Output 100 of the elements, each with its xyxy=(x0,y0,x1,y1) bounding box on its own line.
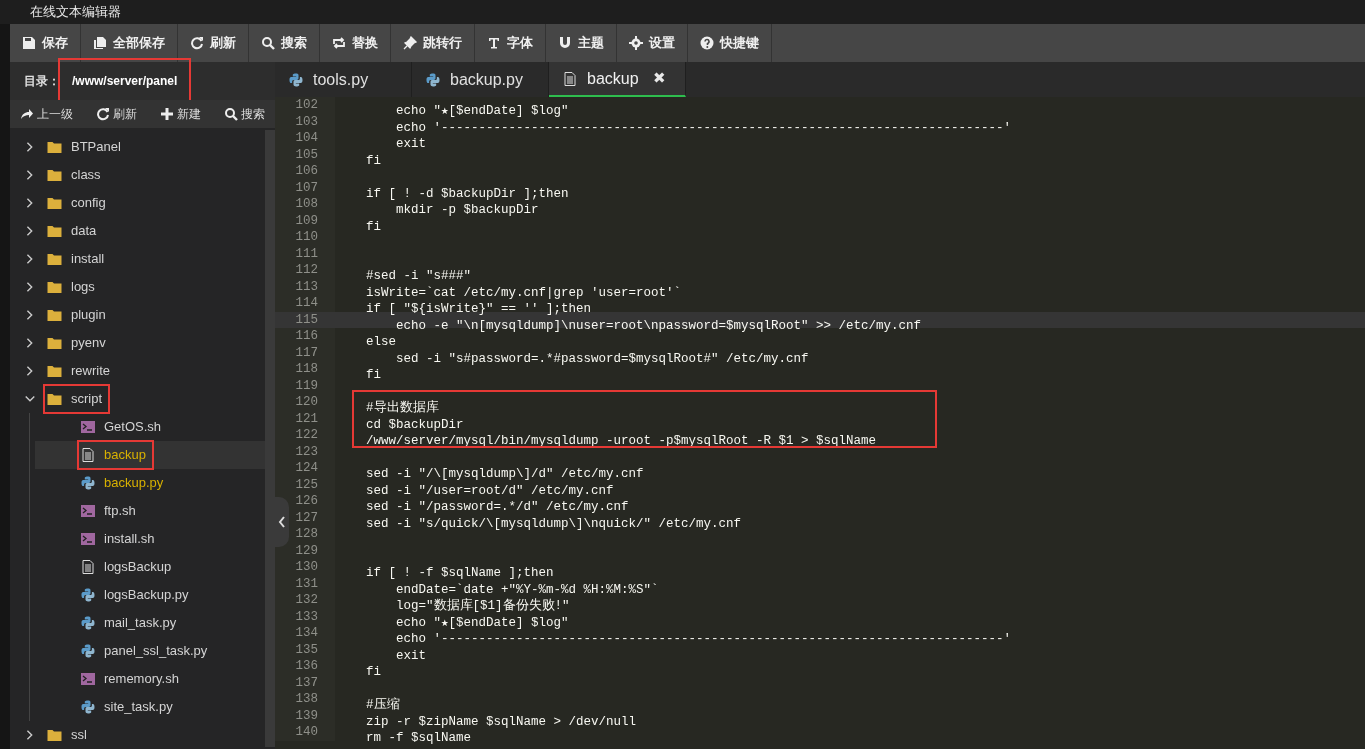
tree-item[interactable]: plugin xyxy=(10,301,265,329)
line-number: 134 xyxy=(275,625,335,642)
tree-item[interactable]: ssl xyxy=(10,721,265,749)
help-icon xyxy=(700,36,714,50)
tree-item[interactable]: config xyxy=(10,189,265,217)
tree-item[interactable]: rememory.sh xyxy=(35,665,265,693)
code-line: if [ "${isWrite}" == '' ];then xyxy=(366,302,592,316)
file-name: logs xyxy=(71,278,95,297)
file-name: plugin xyxy=(71,306,106,325)
file-name: GetOS.sh xyxy=(104,418,162,437)
tree-item[interactable]: BTPanel xyxy=(10,133,265,161)
file-name: site_task.py xyxy=(104,698,173,717)
code-line: fi xyxy=(366,219,381,234)
line-number: 114 xyxy=(275,295,335,312)
search-icon xyxy=(224,107,238,121)
tree-item[interactable]: logs xyxy=(10,273,265,301)
document-icon xyxy=(563,71,577,86)
code-line: log="数据库[$1]备份失败!" xyxy=(395,599,570,613)
code-line: exit xyxy=(395,137,426,151)
python-icon xyxy=(81,700,95,714)
editor-tab[interactable]: backup ✖ xyxy=(549,62,686,97)
tree-item[interactable]: mail_task.py xyxy=(35,609,265,637)
line-number: 122 xyxy=(275,427,335,444)
file-name: rememory.sh xyxy=(104,670,179,689)
tree-item[interactable]: class xyxy=(10,161,265,189)
file-name: panel_ssl_task.py xyxy=(104,642,208,661)
tree-item[interactable]: ftp.sh xyxy=(35,497,265,525)
directory-label: 目录： xyxy=(24,73,60,90)
code-line: echo -e "\n[mysqldump]\nuser=root\npassword=$mysqlRoot" >> /etc/my.cnf xyxy=(395,318,922,333)
close-tab-button[interactable]: ✖ xyxy=(652,67,666,90)
code-line: #压缩 xyxy=(366,698,400,712)
code-line: fi xyxy=(366,368,381,382)
terminal-icon xyxy=(81,504,95,518)
code-line: echo "★[$endDate] $log" xyxy=(395,104,569,118)
collapse-sidebar-handle[interactable] xyxy=(275,497,289,547)
file-name: logsBackup.py xyxy=(104,586,189,605)
terminal-icon xyxy=(81,532,95,546)
code-line: sed -i "/password=.*/d" /etc/my.cnf xyxy=(366,500,629,514)
code-line: sed -i "/user=root/d" /etc/my.cnf xyxy=(366,483,614,498)
sidebar-action-button[interactable]: 新建 xyxy=(154,105,207,123)
folder-icon xyxy=(47,308,62,322)
python-icon xyxy=(81,588,95,602)
code-line: sed -i "s#password=.*#password=$mysqlRoot#" /etc/my.cnf xyxy=(395,351,809,366)
refresh-icon xyxy=(96,107,110,121)
line-number: 112 xyxy=(275,262,335,279)
refresh-icon xyxy=(190,36,204,50)
tree-item[interactable]: site_task.py xyxy=(35,693,265,721)
file-name: rewrite xyxy=(71,362,110,381)
document-icon xyxy=(81,560,95,574)
tree-item[interactable]: GetOS.sh xyxy=(35,413,265,441)
file-name: pyenv xyxy=(71,334,106,353)
line-number: 138 xyxy=(275,691,335,708)
code-line: echo '---------------------------------------------------------------------------' xyxy=(395,120,1012,135)
folder-icon xyxy=(47,224,62,238)
python-icon xyxy=(426,72,440,87)
folder-icon xyxy=(47,280,62,294)
scrollbar[interactable] xyxy=(265,130,275,747)
tree-item[interactable]: rewrite xyxy=(10,357,265,385)
code-line: if [ ! -d $backupDir ];then xyxy=(366,186,569,201)
tree-item[interactable]: data xyxy=(10,217,265,245)
magnet-icon xyxy=(558,36,572,50)
tree-item[interactable]: panel_ssl_task.py xyxy=(35,637,265,665)
file-name: data xyxy=(71,222,97,241)
code-line: fi xyxy=(366,665,381,679)
file-name: class xyxy=(71,166,101,185)
save-icon xyxy=(22,36,36,50)
folder-icon xyxy=(47,168,62,182)
code-line: fi xyxy=(366,153,381,168)
sidebar-action-button[interactable]: 刷新 xyxy=(90,105,143,123)
tree-item[interactable]: backup xyxy=(35,441,265,469)
code-line: exit xyxy=(395,648,426,663)
folder-icon xyxy=(47,392,62,406)
document-icon xyxy=(81,448,95,462)
tree-item[interactable]: pyenv xyxy=(10,329,265,357)
line-number: 106 xyxy=(275,163,335,180)
code-line: mkdir -p $backupDir xyxy=(395,203,539,217)
line-number: 140 xyxy=(275,724,335,741)
sidebar-action-button[interactable]: 搜索 xyxy=(218,105,271,123)
tree-item[interactable]: install.sh xyxy=(35,525,265,553)
line-number: 116 xyxy=(275,328,335,345)
file-name: ftp.sh xyxy=(104,502,136,521)
file-name: install.sh xyxy=(104,530,155,549)
file-name: ssl xyxy=(71,726,87,745)
tree-item[interactable]: logsBackup xyxy=(35,553,265,581)
code-line: sed -i "s/quick/\[mysqldump\]\nquick/" /etc/my.cnf xyxy=(366,516,742,531)
file-name: BTPanel xyxy=(71,138,121,157)
terminal-icon xyxy=(81,420,95,434)
directory-path: /www/server/panel xyxy=(60,60,190,102)
sidebar-action-button[interactable]: 上一级 xyxy=(14,105,79,123)
files-icon xyxy=(93,36,107,50)
pin-icon xyxy=(403,36,417,50)
line-number: 102 xyxy=(275,97,335,114)
tree-item[interactable]: script xyxy=(10,385,265,413)
tree-item[interactable]: install xyxy=(10,245,265,273)
tree-item[interactable]: logsBackup.py xyxy=(35,581,265,609)
tree-item[interactable]: backup.py xyxy=(35,469,265,497)
file-name: script xyxy=(71,390,103,409)
folder-icon xyxy=(47,196,62,210)
file-name: backup xyxy=(104,446,146,465)
code-line: sed -i "/\[mysqldump\]/d" /etc/my.cnf xyxy=(366,467,644,481)
